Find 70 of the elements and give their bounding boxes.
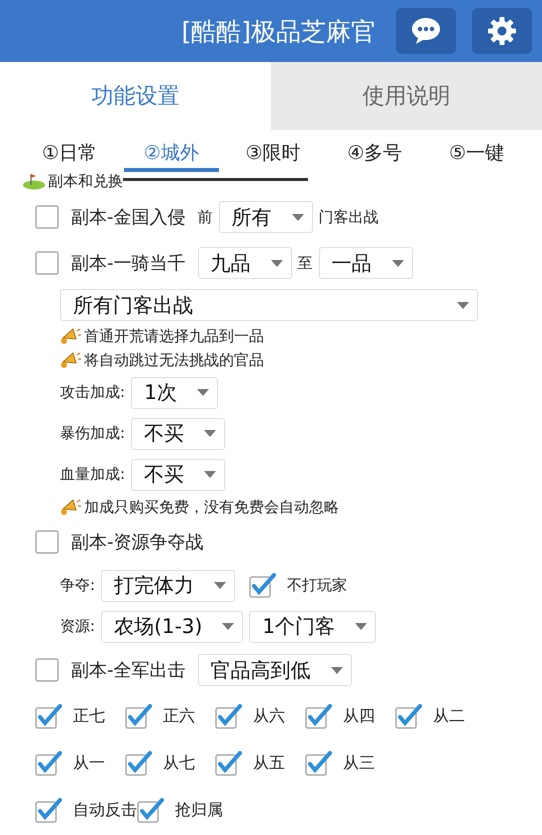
field-label: 争夺: (60, 576, 96, 595)
dropdown[interactable]: 1个门客 (249, 610, 376, 642)
checkbox-label[interactable]: 自动反击 (73, 800, 137, 821)
field-label: 暴伤加成: (60, 424, 126, 443)
megaphone-icon (60, 350, 82, 370)
checkbox-label[interactable]: 正六 (163, 706, 195, 727)
checkbox-label[interactable]: 正七 (73, 706, 105, 727)
checkbox-label[interactable]: 从四 (343, 706, 375, 727)
note-text: 加成只购买免费，没有免费会自动忽略 (84, 498, 339, 516)
dropdown[interactable]: 1次 (131, 376, 218, 408)
checkbox[interactable] (125, 750, 153, 776)
note-text: 将自动跳过无法挑战的官品 (84, 350, 264, 370)
checkbox-label[interactable]: 不打玩家 (287, 576, 348, 595)
app-title: [酷酷]极品芝麻官 (181, 16, 376, 48)
dropdown[interactable]: 所有 (218, 201, 312, 233)
checkbox-label[interactable]: 从六 (253, 706, 285, 727)
dropdown[interactable]: 一品 (318, 247, 412, 279)
checkbox[interactable] (35, 251, 59, 275)
tab[interactable]: ④多号 (327, 130, 422, 172)
tab[interactable]: ②城外 (124, 130, 219, 172)
settings-icon (487, 16, 517, 46)
checkbox-label[interactable]: 从一 (73, 753, 105, 774)
checkbox[interactable] (125, 704, 153, 730)
field-label: 血量加成: (60, 465, 126, 484)
checkbox-label[interactable]: 从五 (253, 753, 285, 774)
checkbox[interactable] (35, 530, 59, 554)
checkbox-label[interactable]: 副本-资源争夺战 (71, 530, 204, 554)
note-text: 首通开荒请选择九品到一品 (84, 326, 264, 346)
tab[interactable]: 使用说明 (271, 62, 542, 130)
dropdown[interactable]: 九品 (198, 247, 292, 279)
checkbox[interactable] (35, 704, 63, 730)
checkbox[interactable] (249, 572, 278, 598)
checkbox[interactable] (215, 750, 243, 776)
checkbox-label[interactable]: 副本-金国入侵 (71, 205, 186, 229)
checkbox-label[interactable]: 从三 (343, 753, 375, 774)
megaphone-icon (60, 326, 82, 346)
checkbox[interactable] (35, 750, 63, 776)
dropdown[interactable]: 不买 (131, 458, 226, 490)
field-label: 前 (198, 208, 212, 226)
checkbox[interactable] (305, 704, 333, 730)
checkbox[interactable] (395, 704, 423, 730)
settings-button[interactable] (472, 8, 532, 54)
chat-button[interactable] (396, 8, 456, 54)
dropdown[interactable]: 农场(1-3) (101, 610, 244, 642)
golf-icon (22, 172, 48, 190)
field-label: 至 (298, 254, 312, 272)
dropdown[interactable]: 官品高到低 (198, 654, 352, 686)
dropdown[interactable]: 打完体力 (101, 570, 236, 602)
checkbox-label[interactable]: 从二 (433, 706, 465, 727)
checkbox[interactable] (215, 704, 243, 730)
field-label: 门客出战 (318, 208, 378, 226)
checkbox-label[interactable]: 从七 (163, 753, 195, 774)
chat-icon (410, 16, 442, 46)
checkbox-label[interactable]: 副本-全军出击 (71, 658, 186, 682)
checkbox[interactable] (305, 750, 333, 776)
checkbox[interactable] (35, 205, 59, 229)
checkbox-label[interactable]: 抢归属 (175, 800, 223, 821)
field-label: 资源: (60, 617, 96, 636)
tab[interactable]: ③限时 (225, 130, 321, 172)
checkbox[interactable] (35, 798, 63, 824)
checkbox[interactable] (35, 658, 59, 682)
checkbox[interactable] (137, 798, 165, 824)
tab[interactable]: ⑤一键 (428, 130, 524, 172)
section-title: 副本和兑换 (48, 172, 123, 190)
dropdown[interactable]: 不买 (131, 418, 226, 450)
checkbox-label[interactable]: 副本-一骑当千 (71, 251, 186, 275)
tab[interactable]: ①日常 (22, 130, 118, 172)
megaphone-icon (60, 497, 82, 517)
dropdown[interactable]: 所有门客出战 (60, 289, 478, 321)
field-label: 攻击加成: (60, 383, 126, 402)
